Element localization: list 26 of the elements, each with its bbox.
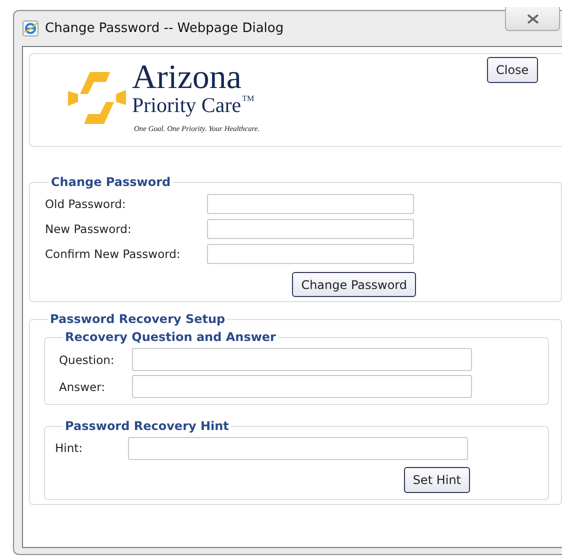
input-field[interactable] xyxy=(207,194,414,214)
logo-subname: Priority Care xyxy=(132,94,242,116)
close-icon[interactable] xyxy=(505,7,560,31)
section-title: Change Password xyxy=(50,175,172,189)
submit-button[interactable]: Change Password xyxy=(292,272,416,297)
input-field[interactable] xyxy=(207,218,414,238)
browser-icon xyxy=(22,20,39,37)
field-label: Answer: xyxy=(59,380,106,394)
logo-name: Arizona xyxy=(132,62,242,94)
field-label: Hint: xyxy=(55,441,84,455)
field-label: Old Password: xyxy=(45,196,127,210)
section-title: Password Recovery Hint xyxy=(64,419,230,433)
trademark-mark: TM xyxy=(242,94,254,105)
field-label: New Password: xyxy=(45,222,132,236)
input-field[interactable] xyxy=(128,436,468,460)
field-label: Question: xyxy=(59,352,116,366)
section-title: Password Recovery Setup xyxy=(49,312,226,326)
submit-button[interactable]: Set Hint xyxy=(404,467,470,493)
close-button[interactable]: Close xyxy=(487,57,538,83)
section-title: Recovery Question and Answer xyxy=(64,330,277,344)
window-title: Change Password -- Webpage Dialog xyxy=(45,21,284,36)
input-field[interactable] xyxy=(132,375,472,398)
input-field[interactable] xyxy=(132,348,472,371)
cross-logo-icon xyxy=(68,72,126,124)
field-label: Confirm New Password: xyxy=(45,246,182,260)
input-field[interactable] xyxy=(207,244,414,264)
